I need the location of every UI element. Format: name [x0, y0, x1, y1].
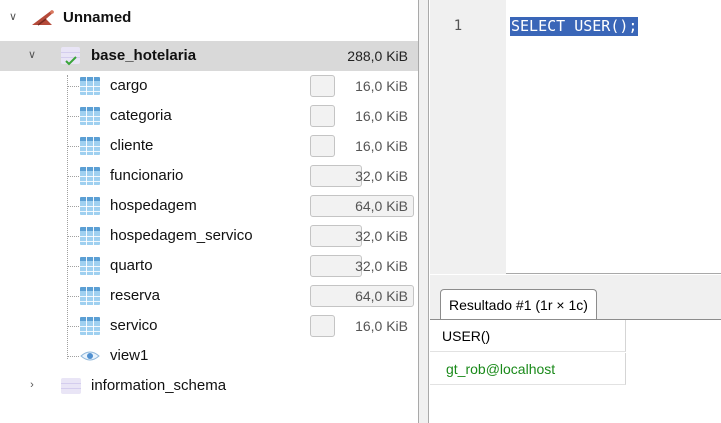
tree-guide-line: [67, 236, 79, 237]
tree-guide-line: [67, 116, 79, 117]
tree-item-connection[interactable]: ∨ Unnamed: [0, 3, 418, 33]
database-icon: [61, 378, 81, 394]
size-value: 32,0 KiB: [355, 258, 408, 274]
table-icon: [80, 257, 100, 275]
size-bar: [310, 315, 335, 337]
chevron-down-icon[interactable]: ∨: [25, 48, 39, 62]
table-icon: [80, 227, 100, 245]
size-value: 32,0 KiB: [355, 228, 408, 244]
tree-item-label: view1: [110, 347, 149, 364]
tree-guide-line: [67, 86, 79, 87]
tree-item-label: servico: [110, 317, 158, 334]
database-icon: [61, 47, 80, 66]
size-bar: [310, 105, 335, 127]
column-header[interactable]: USER(): [430, 320, 626, 352]
panel-splitter[interactable]: [419, 0, 429, 423]
table-icon: [80, 77, 100, 95]
tree-item-label: Unnamed: [63, 9, 132, 26]
table-cell[interactable]: gt_rob@localhost: [430, 353, 626, 385]
tab-result-1[interactable]: Resultado #1 (1r × 1c): [440, 289, 597, 320]
table-icon: [80, 107, 100, 125]
tree-item-table[interactable]: servico 16,0 KiB: [0, 311, 418, 341]
table-icon: [80, 317, 100, 335]
tree-item-label: categoria: [110, 107, 172, 124]
tree-item-label: funcionario: [110, 167, 184, 184]
chevron-right-icon[interactable]: ›: [25, 378, 39, 392]
size-bar: [310, 135, 335, 157]
table-icon: [80, 137, 100, 155]
size-value: 16,0 KiB: [355, 318, 408, 334]
tree-item-table[interactable]: cliente 16,0 KiB: [0, 131, 418, 161]
connection-icon: [32, 10, 54, 26]
tree-guide-line: [67, 296, 79, 297]
code-line-selected[interactable]: SELECT USER();: [510, 17, 639, 36]
tree-item-label: hospedagem_servico: [110, 227, 253, 244]
tree-item-label: base_hotelaria: [91, 47, 197, 64]
tree-item-table[interactable]: hospedagem_servico 32,0 KiB: [0, 221, 418, 251]
tree-item-label: reserva: [110, 287, 161, 304]
size-value: 64,0 KiB: [355, 288, 408, 304]
database-tree: ∨ Unnamed ∨ base_hotelaria 288,0 KiB car…: [0, 0, 419, 423]
tree-item-database[interactable]: ∨ base_hotelaria 288,0 KiB: [0, 41, 418, 71]
tree-item-label: hospedagem: [110, 197, 197, 214]
tree-item-table[interactable]: quarto 32,0 KiB: [0, 251, 418, 281]
tree-item-view[interactable]: view1: [0, 341, 418, 371]
size-bar: [310, 75, 335, 97]
table-icon: [80, 167, 100, 185]
tree-guide-line: [67, 146, 79, 147]
line-number: 1: [453, 18, 463, 34]
tree-item-label: quarto: [110, 257, 153, 274]
view-icon: [80, 351, 100, 361]
tree-guide-line: [67, 356, 79, 357]
tree-guide-line: [67, 176, 79, 177]
size-value: 16,0 KiB: [355, 78, 408, 94]
size-value: 16,0 KiB: [355, 108, 408, 124]
size-value: 64,0 KiB: [355, 198, 408, 214]
tree-guide-line: [67, 326, 79, 327]
tree-guide-line: [67, 266, 79, 267]
tree-item-label: cargo: [110, 77, 148, 94]
size-value: 16,0 KiB: [355, 138, 408, 154]
tree-item-label: cliente: [110, 137, 154, 154]
table-icon: [80, 197, 100, 215]
tree-item-label: information_schema: [91, 377, 227, 394]
chevron-down-icon[interactable]: ∨: [6, 10, 20, 24]
tree-item-table[interactable]: reserva 64,0 KiB: [0, 281, 418, 311]
size-value: 288,0 KiB: [347, 48, 408, 64]
tree-item-database[interactable]: › information_schema: [0, 371, 418, 401]
tree-item-table[interactable]: categoria 16,0 KiB: [0, 101, 418, 131]
tree-guide-line: [67, 206, 79, 207]
result-grid[interactable]: USER() gt_rob@localhost: [430, 320, 721, 423]
query-editor[interactable]: 1 SELECT USER();: [430, 0, 721, 274]
tree-item-table[interactable]: funcionario 32,0 KiB: [0, 161, 418, 191]
line-number-gutter: 1: [430, 0, 506, 274]
tree-item-table[interactable]: hospedagem 64,0 KiB: [0, 191, 418, 221]
size-value: 32,0 KiB: [355, 168, 408, 184]
table-icon: [80, 287, 100, 305]
tree-item-table[interactable]: cargo 16,0 KiB: [0, 71, 418, 101]
results-panel: Resultado #1 (1r × 1c) USER() gt_rob@loc…: [430, 275, 721, 423]
